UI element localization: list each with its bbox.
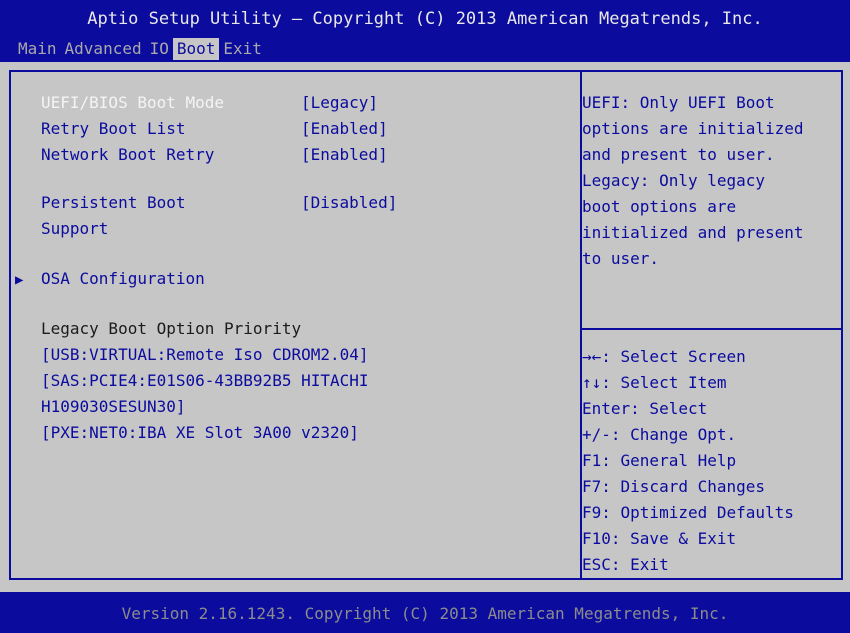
help-text-4: Legacy: Only legacy xyxy=(582,171,766,190)
setting-label-network-boot-retry[interactable]: Network Boot Retry xyxy=(41,144,214,166)
menu-exit[interactable]: Exit xyxy=(219,38,266,60)
menu-advanced[interactable]: Advanced xyxy=(61,38,146,60)
version-text: Version 2.16.1243. Copyright (C) 2013 Am… xyxy=(121,604,729,623)
menu-io[interactable]: IO xyxy=(146,38,173,60)
help-text-3: and present to user. xyxy=(582,145,775,164)
setting-value-retry-boot-list[interactable]: [Enabled] xyxy=(301,118,388,140)
key-hint-change-opt: +/-: Change Opt. xyxy=(582,425,737,444)
key-hint-f10: F10: Save & Exit xyxy=(582,529,737,548)
boot-option-usb[interactable]: [USB:VIRTUAL:Remote Iso CDROM2.04] xyxy=(41,344,369,366)
help-divider xyxy=(582,328,841,330)
menu-boot[interactable]: Boot xyxy=(172,38,220,60)
boot-priority-heading: Legacy Boot Option Priority xyxy=(41,319,302,338)
key-hint-f7: F7: Discard Changes xyxy=(582,477,766,496)
help-text-1: UEFI: Only UEFI Boot xyxy=(582,93,775,112)
key-hint-f1: F1: General Help xyxy=(582,451,737,470)
boot-option-pxe[interactable]: [PXE:NET0:IBA XE Slot 3A00 v2320] xyxy=(41,422,359,444)
menu-bar: Main Advanced IO Boot Exit xyxy=(14,38,266,60)
key-hint-select-screen: →←: Select Screen xyxy=(582,347,746,366)
arrows-horizontal-icon: →← xyxy=(582,347,602,366)
setting-value-boot-mode[interactable]: [Legacy] xyxy=(301,92,378,114)
setting-label-boot-mode[interactable]: UEFI/BIOS Boot Mode xyxy=(41,92,224,114)
setting-label-persistent-boot-line2[interactable]: Support xyxy=(41,218,108,240)
setting-label-retry-boot-list[interactable]: Retry Boot List xyxy=(41,118,186,140)
key-hint-enter: Enter: Select xyxy=(582,399,708,418)
arrows-vertical-icon: ↑↓ xyxy=(582,373,602,392)
setting-label-persistent-boot[interactable]: Persistent Boot xyxy=(41,192,186,214)
menu-main[interactable]: Main xyxy=(14,38,61,60)
help-text-5: boot options are xyxy=(582,197,737,216)
help-text-2: options are initialized xyxy=(582,119,804,138)
boot-option-sas[interactable]: [SAS:PCIE4:E01S06-43BB92B5 HITACHI xyxy=(41,370,369,392)
submenu-arrow-icon: ▶ xyxy=(15,272,24,288)
app-title: Aptio Setup Utility – Copyright (C) 2013… xyxy=(87,9,763,29)
help-panel: UEFI: Only UEFI Boot options are initial… xyxy=(580,70,843,580)
submenu-osa-configuration[interactable]: OSA Configuration xyxy=(41,268,205,290)
settings-panel: UEFI/BIOS Boot Mode [Legacy] Retry Boot … xyxy=(9,70,582,580)
key-hint-select-item: ↑↓: Select Item xyxy=(582,373,727,392)
boot-option-sas-line2[interactable]: H109030SESUN30] xyxy=(41,396,186,418)
setting-value-persistent-boot[interactable]: [Disabled] xyxy=(301,192,397,214)
key-hint-f9: F9: Optimized Defaults xyxy=(582,503,794,522)
help-text-6: initialized and present xyxy=(582,223,804,242)
help-text-7: to user. xyxy=(582,249,660,268)
setting-value-network-boot-retry[interactable]: [Enabled] xyxy=(301,144,388,166)
key-hint-esc: ESC: Exit xyxy=(582,555,669,574)
